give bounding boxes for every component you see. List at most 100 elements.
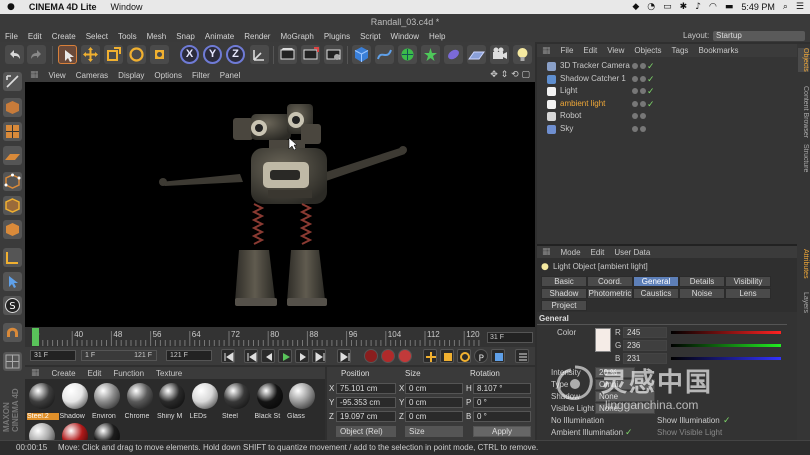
menu-animate[interactable]: Animate xyxy=(200,32,239,41)
menu-mograph[interactable]: MoGraph xyxy=(275,32,318,41)
menu-render[interactable]: Render xyxy=(239,32,275,41)
r-field[interactable]: 245 xyxy=(623,327,667,338)
attribute-menu-user-data[interactable]: User Data xyxy=(609,248,655,257)
previous-frame-icon[interactable] xyxy=(261,349,275,363)
end-frame-field[interactable]: 121 F xyxy=(166,350,212,361)
scale-tool-icon[interactable] xyxy=(104,45,123,64)
r-slider[interactable] xyxy=(671,331,781,334)
z-axis-lock[interactable]: Z xyxy=(226,45,245,64)
editor-visibility-dot[interactable] xyxy=(632,100,638,107)
size-mode-dropdown[interactable]: Size xyxy=(405,426,463,437)
texture-mode-icon[interactable] xyxy=(3,122,22,141)
deformer-icon[interactable] xyxy=(444,45,463,64)
pos-y-field[interactable]: -95.353 cm xyxy=(336,397,396,408)
editor-visibility-dot[interactable] xyxy=(632,75,638,82)
menu-edit[interactable]: Edit xyxy=(23,32,47,41)
make-editable-icon[interactable] xyxy=(3,72,22,91)
subdivision-surface-icon[interactable] xyxy=(398,45,417,64)
object-name[interactable]: Shadow Catcher 1 xyxy=(560,73,626,85)
render-settings-icon[interactable] xyxy=(324,45,343,64)
camera-icon[interactable] xyxy=(490,45,509,64)
size-z-field[interactable]: 0 cm xyxy=(405,411,463,422)
render-visibility-dot[interactable] xyxy=(640,75,646,82)
attribute-tab[interactable]: Shadow xyxy=(541,288,587,299)
y-axis-lock[interactable]: Y xyxy=(203,45,222,64)
floor-icon[interactable] xyxy=(467,45,486,64)
object-name[interactable]: Light xyxy=(560,85,577,97)
bluetooth-icon[interactable]: ✱ xyxy=(680,2,688,12)
rot-h-field[interactable]: 8.107 ° xyxy=(473,383,531,394)
color-swatch[interactable] xyxy=(595,328,611,352)
object-menu-file[interactable]: File xyxy=(556,46,579,55)
current-frame-field[interactable]: 31 F xyxy=(487,332,533,343)
menu-tools[interactable]: Tools xyxy=(113,32,142,41)
enabled-checkmark[interactable]: ✓ xyxy=(647,85,655,97)
material-item[interactable]: Steel xyxy=(222,383,252,425)
render-visibility-dot[interactable] xyxy=(640,126,646,132)
viewport-menu-filter[interactable]: Filter xyxy=(187,71,215,80)
material-item[interactable]: LEDs xyxy=(190,383,220,425)
object-name[interactable]: ambient light xyxy=(560,98,605,110)
render-visibility-dot[interactable] xyxy=(640,100,646,107)
point-level-animation-icon[interactable] xyxy=(491,349,505,363)
attribute-tab[interactable]: Noise xyxy=(679,288,725,299)
material-item[interactable]: Shiny M xyxy=(157,383,187,425)
spline-pen-icon[interactable] xyxy=(375,45,394,64)
autokeying-icon[interactable] xyxy=(381,349,395,363)
play-icon[interactable] xyxy=(278,349,292,363)
ambient-illumination-checkbox[interactable]: ✓ xyxy=(625,427,633,438)
menu-snap[interactable]: Snap xyxy=(171,32,200,41)
material-menu-edit[interactable]: Edit xyxy=(82,369,108,378)
timeline-menu-icon[interactable] xyxy=(515,349,529,363)
material-menu-function[interactable]: Function xyxy=(107,369,150,378)
attribute-menu-edit[interactable]: Edit xyxy=(586,248,610,257)
object-row[interactable]: 3D Tracker Camera ✓ xyxy=(537,60,797,72)
playhead[interactable] xyxy=(32,328,39,346)
undo-icon[interactable] xyxy=(5,45,24,64)
object-name[interactable]: Robot xyxy=(560,110,581,122)
object-menu-tags[interactable]: Tags xyxy=(667,46,694,55)
light-icon[interactable] xyxy=(513,45,532,64)
search-icon[interactable]: ⌕ xyxy=(783,2,788,12)
time-machine-icon[interactable]: ◔ xyxy=(647,2,655,12)
coordinate-mode-dropdown[interactable]: Object (Rel) xyxy=(336,426,396,437)
viewport-menu-options[interactable]: Options xyxy=(149,71,187,80)
redo-icon[interactable] xyxy=(27,45,46,64)
object-menu-bookmarks[interactable]: Bookmarks xyxy=(693,46,743,55)
attribute-tab[interactable]: Lens xyxy=(725,288,771,299)
polygons-mode-icon[interactable] xyxy=(3,220,22,239)
position-key-icon[interactable] xyxy=(423,349,437,363)
menu-mesh[interactable]: Mesh xyxy=(142,32,172,41)
menu-select[interactable]: Select xyxy=(81,32,113,41)
material-item[interactable]: Steel.2 xyxy=(27,383,59,425)
material-item[interactable]: Glass xyxy=(287,383,317,425)
viewport-menu-cameras[interactable]: Cameras xyxy=(71,71,113,80)
list-icon[interactable]: ☰ xyxy=(796,2,804,12)
menu-window[interactable]: Window xyxy=(386,32,424,41)
x-axis-lock[interactable]: X xyxy=(180,45,199,64)
material-menu-create[interactable]: Create xyxy=(46,369,82,378)
enable-axis-icon[interactable] xyxy=(3,248,22,267)
tab-layers[interactable]: Layers xyxy=(798,292,809,313)
attribute-menu-mode[interactable]: Mode xyxy=(556,248,586,257)
attribute-tab[interactable]: Visibility xyxy=(725,276,771,287)
cube-primitive-icon[interactable] xyxy=(352,45,371,64)
parameter-key-icon[interactable]: P xyxy=(474,349,488,364)
render-view-icon[interactable] xyxy=(278,45,297,64)
menu-script[interactable]: Script xyxy=(355,32,385,41)
tab-objects[interactable]: Objects xyxy=(798,48,809,72)
material-item[interactable]: Chrome xyxy=(125,383,155,425)
edges-mode-icon[interactable] xyxy=(3,196,22,215)
object-row[interactable]: ambient light ✓ xyxy=(537,98,797,110)
apply-button[interactable]: Apply xyxy=(473,426,531,437)
attribute-tab[interactable]: Details xyxy=(679,276,725,287)
rotation-key-icon[interactable] xyxy=(457,349,471,363)
grid-lock-icon[interactable] xyxy=(3,352,22,371)
render-picture-viewer-icon[interactable] xyxy=(301,45,320,64)
rot-p-field[interactable]: 0 ° xyxy=(473,397,531,408)
attribute-tab[interactable]: General xyxy=(633,276,679,287)
attribute-tab[interactable]: Caustics xyxy=(633,288,679,299)
display-icon[interactable]: ▭ xyxy=(663,2,672,12)
record-active-objects-icon[interactable] xyxy=(364,349,378,363)
attribute-tab[interactable]: Photometric xyxy=(587,288,633,299)
